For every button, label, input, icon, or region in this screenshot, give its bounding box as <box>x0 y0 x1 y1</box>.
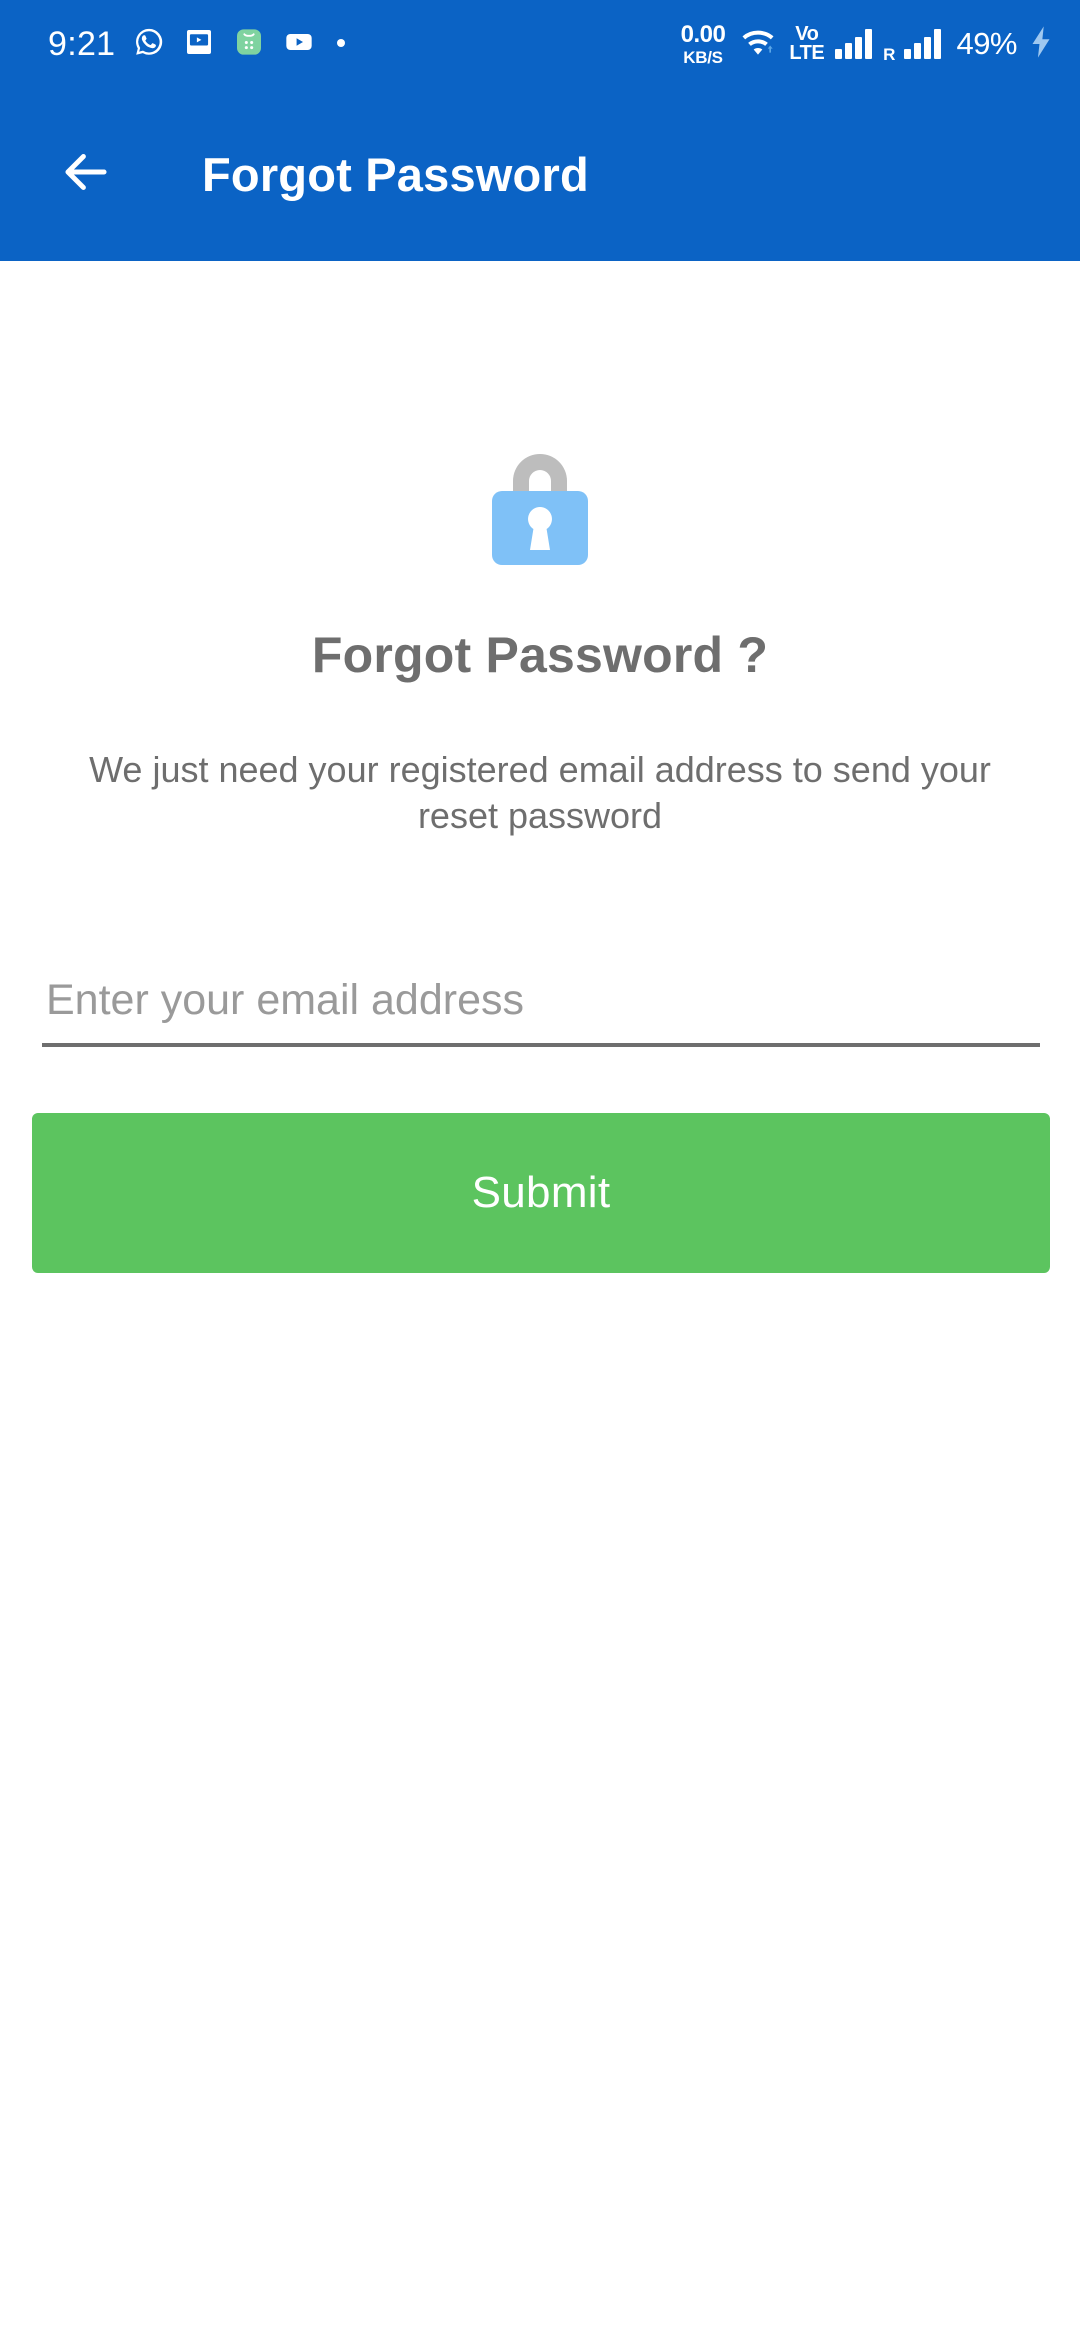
roaming-indicator: R <box>883 44 896 64</box>
wifi-icon <box>738 25 778 64</box>
page-title: Forgot Password <box>202 148 589 201</box>
network-speed-value: 0.00 <box>680 20 726 48</box>
screen-cast-icon <box>183 26 215 63</box>
padlock-icon <box>484 431 596 571</box>
submit-button[interactable]: Submit <box>32 1113 1050 1273</box>
signal-sim2-icon <box>904 29 942 59</box>
status-bar-left: 9:21 <box>48 26 349 63</box>
subtitle-description: We just need your registered email addre… <box>89 749 991 837</box>
signal-sim1-icon <box>835 29 873 59</box>
whatsapp-icon <box>133 26 165 63</box>
arrow-left-icon <box>55 141 117 208</box>
volte-bottom-label: LTE <box>789 42 825 64</box>
back-button[interactable] <box>44 133 128 217</box>
status-clock: 9:21 <box>48 25 116 63</box>
email-input[interactable] <box>42 961 1040 1039</box>
app-bar: Forgot Password <box>0 88 1080 261</box>
status-bar: 9:21 0.00 KB/S Vo LTE R 49% <box>0 0 1080 88</box>
heading-forgot-password: Forgot Password ? <box>311 627 769 683</box>
email-field-container <box>42 961 1040 1047</box>
green-app-icon <box>233 26 265 63</box>
main-content: Forgot Password ? We just need your regi… <box>0 261 1080 2340</box>
lock-illustration <box>0 431 1080 571</box>
battery-charging-icon <box>1028 25 1054 64</box>
phone-screen: 9:21 0.00 KB/S Vo LTE R 49% Forgot Passw… <box>0 0 1080 2340</box>
network-speed-unit: KB/S <box>683 47 723 67</box>
more-notifications-dot-icon <box>333 34 349 55</box>
network-speed-indicator: 0.00 KB/S <box>680 20 726 67</box>
email-field-underline <box>42 1043 1040 1047</box>
status-bar-right: 0.00 KB/S Vo LTE R 49% <box>680 20 1054 67</box>
battery-percent-label: 49% <box>956 26 1017 61</box>
volte-icon: Vo LTE <box>789 24 825 64</box>
youtube-icon <box>283 26 315 63</box>
